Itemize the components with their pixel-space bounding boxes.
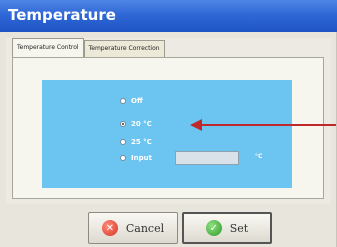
tab-temperature-correction[interactable]: Temperature Correction: [83, 40, 165, 57]
set-button-label: Set: [229, 221, 249, 235]
title-bar: Temperature: [0, 0, 337, 32]
radio-input[interactable]: [120, 155, 126, 161]
radio-off[interactable]: [120, 98, 126, 104]
option-25c-label: 25 °C: [131, 138, 152, 146]
annotation-arrow-icon: [190, 119, 202, 131]
radio-25c[interactable]: [120, 139, 126, 145]
cancel-button[interactable]: ✕ Cancel: [88, 212, 178, 244]
option-20c[interactable]: 20 °C: [120, 118, 152, 130]
tab-bar: Temperature Control Temperature Correcti…: [12, 38, 165, 58]
option-input-label: Input: [131, 154, 152, 162]
option-25c[interactable]: 25 °C: [120, 136, 152, 148]
option-off-label: Off: [131, 97, 143, 105]
set-button[interactable]: ✓ Set: [182, 212, 272, 244]
temperature-input[interactable]: [175, 151, 239, 165]
cancel-button-label: Cancel: [125, 221, 165, 235]
annotation-arrow-line: [200, 124, 336, 126]
option-input[interactable]: Input: [120, 152, 152, 164]
checkmark-icon: ✓: [205, 220, 222, 236]
cancel-x-icon: ✕: [101, 220, 118, 236]
options-panel: [42, 80, 292, 188]
temperature-dialog: Temperature Temperature Control Temperat…: [0, 0, 337, 247]
radio-20c[interactable]: [120, 121, 126, 127]
temperature-unit-label: °C: [255, 153, 263, 160]
option-off[interactable]: Off: [120, 95, 143, 107]
option-20c-label: 20 °C: [131, 120, 152, 128]
tab-temperature-control[interactable]: Temperature Control: [12, 38, 84, 57]
window-title: Temperature: [8, 6, 116, 24]
